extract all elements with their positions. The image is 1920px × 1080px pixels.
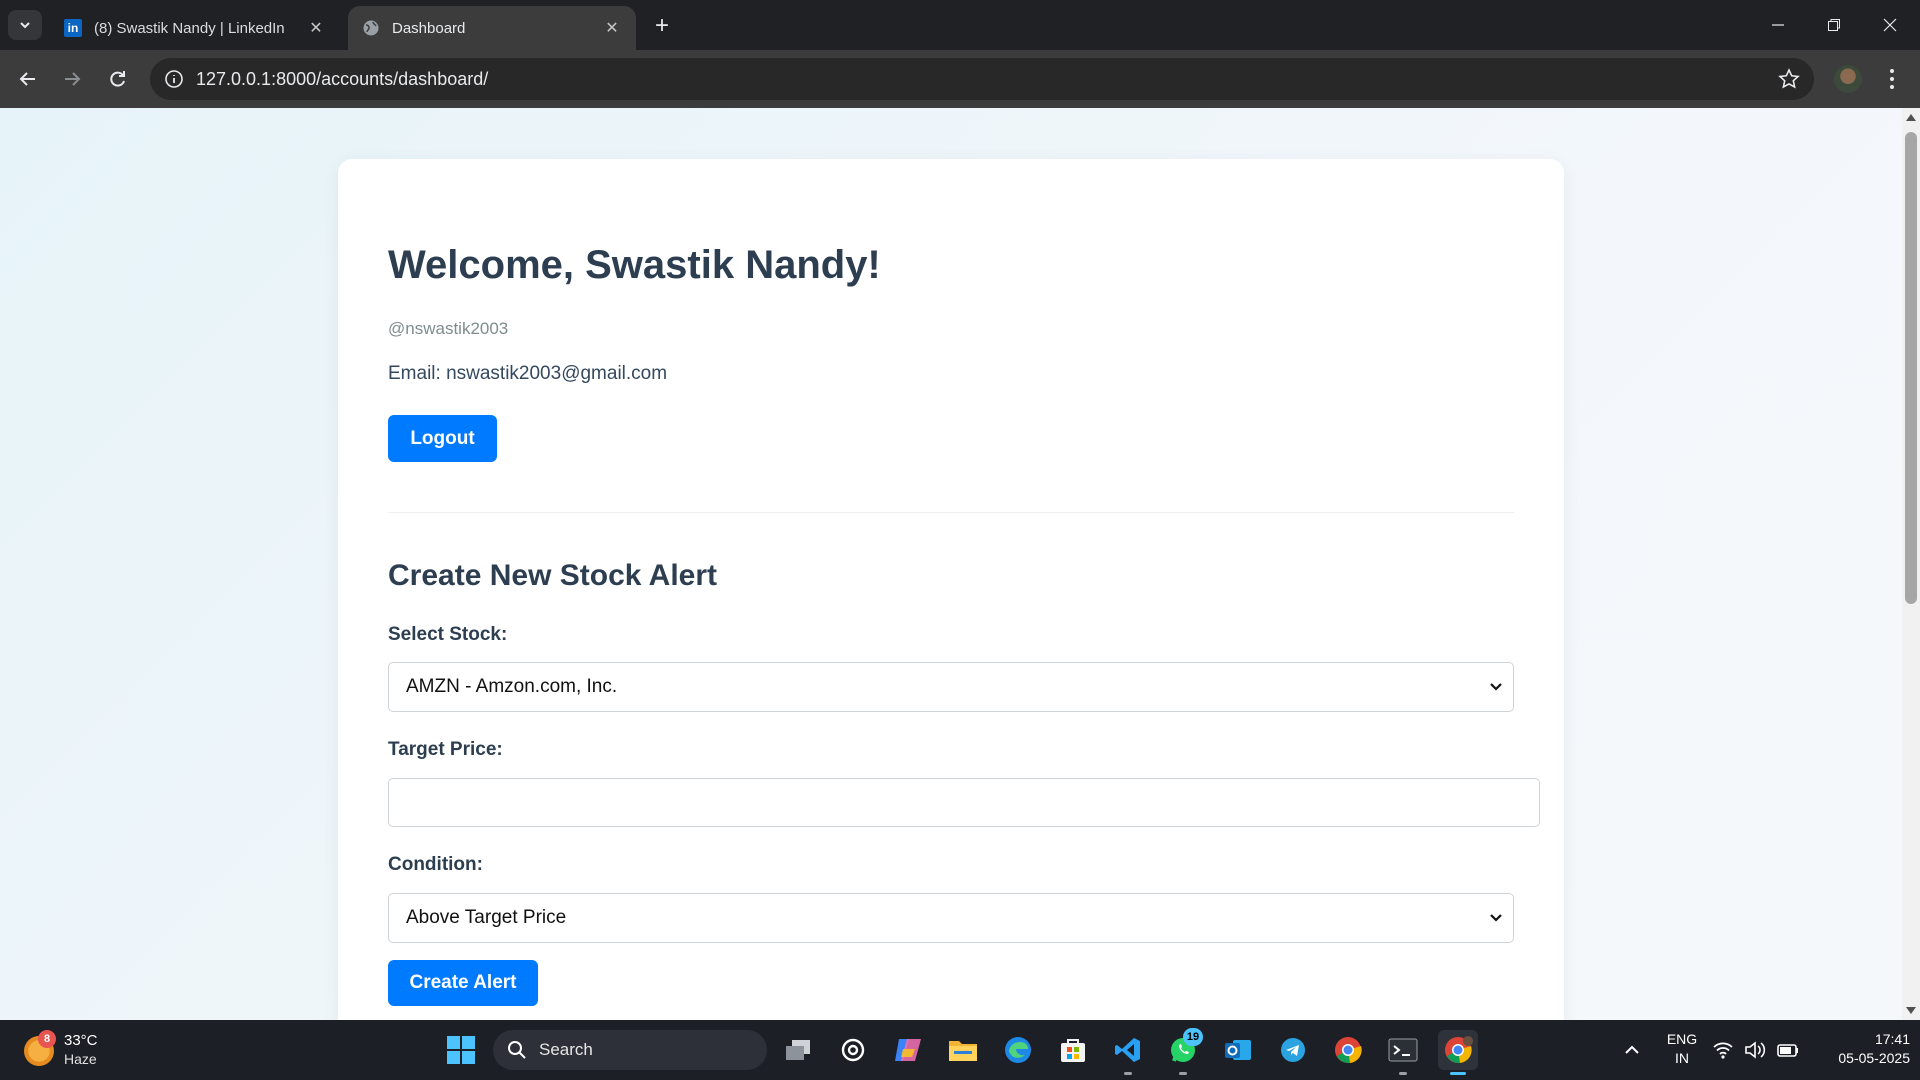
create-alert-heading: Create New Stock Alert	[388, 559, 718, 592]
condition-select[interactable]: Above Target Price	[388, 893, 1514, 943]
running-indicator	[1179, 1072, 1187, 1075]
tab-dashboard[interactable]: Dashboard ✕	[348, 6, 636, 50]
scroll-down-icon[interactable]	[1906, 1007, 1916, 1014]
weather-widget[interactable]: 8 33°C Haze	[22, 1030, 152, 1070]
outlook-icon[interactable]	[1218, 1030, 1258, 1070]
back-button[interactable]	[12, 63, 44, 95]
arrow-left-icon	[19, 72, 35, 86]
browser-menu-icon[interactable]	[1880, 67, 1904, 91]
system-clock[interactable]: 17:41 05-05-2025	[1810, 1030, 1910, 1068]
active-indicator	[1450, 1072, 1466, 1075]
section-divider	[388, 512, 1514, 513]
dashboard-card: Welcome, Swastik Nandy! @nswastik2003 Em…	[338, 159, 1564, 1020]
chrome-icon[interactable]	[1328, 1030, 1368, 1070]
site-info-icon[interactable]	[162, 67, 186, 91]
minimize-button[interactable]	[1750, 0, 1806, 50]
chevron-down-icon	[20, 22, 30, 29]
linkedin-icon: in	[64, 19, 82, 37]
chevron-down-icon	[1479, 913, 1513, 923]
microsoft-store-icon[interactable]	[1053, 1030, 1093, 1070]
file-explorer-icon[interactable]	[943, 1030, 983, 1070]
tab-search-button[interactable]	[8, 10, 42, 40]
windows-taskbar: 8 33°C Haze Search 19 ENG IN 17:41 05-05…	[0, 1020, 1920, 1080]
lang-line-2: IN	[1675, 1050, 1689, 1066]
stock-label: Select Stock:	[388, 624, 508, 645]
whatsapp-icon[interactable]: 19	[1163, 1028, 1203, 1070]
weather-condition: Haze	[64, 1051, 97, 1067]
running-indicator	[1399, 1072, 1407, 1075]
clock-time: 17:41	[1874, 1031, 1910, 1047]
windows-start-icon[interactable]	[441, 1030, 481, 1070]
running-indicator	[1124, 1072, 1132, 1075]
username-handle: @nswastik2003	[388, 319, 509, 338]
chatgpt-icon[interactable]	[833, 1030, 873, 1070]
bookmark-star-icon[interactable]	[1778, 68, 1800, 90]
create-alert-button[interactable]: Create Alert	[388, 960, 538, 1006]
search-icon	[508, 1041, 526, 1059]
page-viewport: Welcome, Swastik Nandy! @nswastik2003 Em…	[0, 108, 1920, 1020]
tab-title: Dashboard	[392, 19, 466, 37]
profile-avatar[interactable]	[1834, 65, 1862, 93]
weather-temp: 33°C	[64, 1032, 98, 1049]
restore-button[interactable]	[1806, 0, 1862, 50]
browser-toolbar: 127.0.0.1:8000/accounts/dashboard/	[0, 50, 1920, 108]
scrollbar-thumb[interactable]	[1905, 132, 1917, 604]
close-icon	[1883, 18, 1897, 32]
reload-icon	[110, 71, 125, 87]
telegram-icon[interactable]	[1273, 1030, 1313, 1070]
whatsapp-badge: 19	[1183, 1028, 1203, 1046]
weather-badge: 8	[38, 1030, 56, 1048]
browser-tab-strip: in (8) Swastik Nandy | LinkedIn ✕ Dashbo…	[0, 0, 1920, 50]
condition-select-value: Above Target Price	[406, 907, 567, 928]
terminal-icon[interactable]	[1383, 1030, 1423, 1070]
tab-linkedin[interactable]: in (8) Swastik Nandy | LinkedIn ✕	[50, 6, 340, 50]
restore-icon	[1828, 19, 1840, 31]
target-price-input[interactable]	[388, 778, 1540, 827]
system-tray[interactable]	[1712, 1038, 1804, 1062]
search-label: Search	[539, 1040, 593, 1059]
show-hidden-icons-chevron-icon[interactable]	[1620, 1038, 1644, 1062]
wifi-icon	[1713, 1042, 1733, 1059]
globe-icon	[362, 19, 380, 37]
lang-line-1: ENG	[1666, 1031, 1698, 1047]
logout-button[interactable]: Logout	[388, 415, 497, 462]
welcome-heading: Welcome, Swastik Nandy!	[388, 243, 881, 287]
battery-icon	[1777, 1044, 1798, 1057]
minimize-icon	[1772, 24, 1784, 26]
tab-title: (8) Swastik Nandy | LinkedIn	[94, 19, 285, 37]
reload-button[interactable]	[102, 63, 134, 95]
close-window-button[interactable]	[1862, 0, 1918, 50]
close-tab-icon[interactable]: ✕	[602, 18, 622, 38]
clock-date: 05-05-2025	[1838, 1050, 1910, 1066]
page-scrollbar[interactable]	[1902, 108, 1920, 1020]
copilot-icon[interactable]	[888, 1030, 928, 1070]
new-tab-button[interactable]: +	[648, 12, 676, 40]
chevron-down-icon	[1479, 682, 1513, 692]
edge-icon[interactable]	[998, 1030, 1038, 1070]
price-label: Target Price:	[388, 739, 503, 760]
forward-button[interactable]	[56, 63, 88, 95]
task-view-icon[interactable]	[778, 1030, 818, 1070]
arrow-right-icon	[65, 72, 81, 86]
stock-select-value: AMZN - Amzon.com, Inc.	[406, 676, 618, 697]
url-text: 127.0.0.1:8000/accounts/dashboard/	[196, 69, 489, 89]
address-bar[interactable]: 127.0.0.1:8000/accounts/dashboard/	[150, 58, 1814, 100]
condition-label: Condition:	[388, 854, 483, 875]
language-indicator[interactable]: ENG IN	[1660, 1030, 1704, 1068]
taskbar-search[interactable]: Search	[493, 1030, 767, 1070]
user-email: Email: nswastik2003@gmail.com	[388, 363, 668, 384]
chrome-profile-icon[interactable]	[1438, 1030, 1478, 1070]
volume-icon	[1745, 1041, 1766, 1059]
stock-select[interactable]: AMZN - Amzon.com, Inc.	[388, 662, 1514, 712]
vscode-icon[interactable]	[1108, 1030, 1148, 1070]
close-tab-icon[interactable]: ✕	[306, 18, 326, 38]
scroll-up-icon[interactable]	[1906, 114, 1916, 121]
